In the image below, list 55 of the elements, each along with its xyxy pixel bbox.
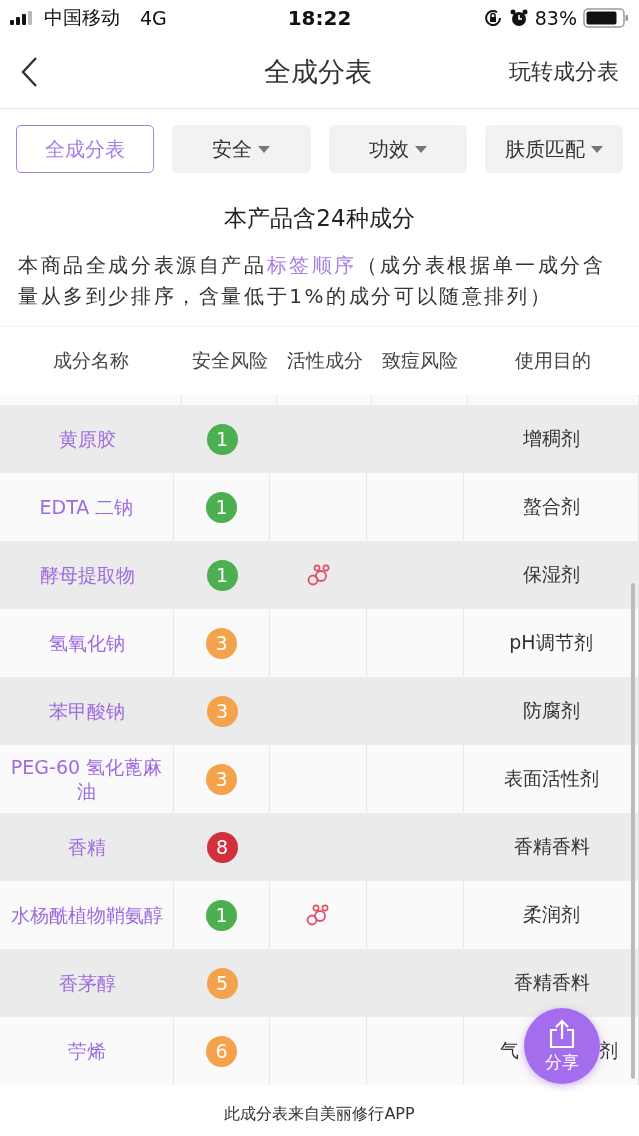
guide-link[interactable]: 玩转成分表 bbox=[509, 57, 619, 87]
column-header: 成分名称 bbox=[52, 348, 131, 373]
alarm-icon bbox=[508, 8, 529, 28]
battery-icon bbox=[583, 8, 629, 28]
purpose-text: 防腐剂 bbox=[523, 698, 580, 723]
carrier-name: 中国移动 bbox=[44, 5, 120, 30]
ingredient-name[interactable]: 香茅醇 bbox=[58, 971, 116, 995]
ingredient-name[interactable]: 香精 bbox=[68, 835, 106, 859]
share-icon bbox=[548, 1018, 576, 1049]
ingredient-name[interactable]: 氢氧化钠 bbox=[48, 631, 125, 655]
column-header: 安全风险 bbox=[190, 348, 269, 373]
source-note: 此成分表来自美丽修行APP bbox=[223, 1102, 416, 1125]
filter-tab[interactable]: 功效 bbox=[328, 125, 467, 173]
filter-tab[interactable]: 肤质匹配 bbox=[484, 125, 623, 173]
network-type: 4G bbox=[140, 7, 167, 29]
risk-badge: 3 bbox=[206, 627, 237, 659]
purpose-text: 表面活性剂 bbox=[503, 766, 599, 791]
column-header: 使用目的 bbox=[514, 348, 593, 373]
ingredient-name[interactable]: 苯甲酸钠 bbox=[49, 699, 125, 723]
purpose-text: 香精香料 bbox=[513, 970, 590, 995]
risk-badge: 3 bbox=[206, 695, 238, 727]
ingredient-name[interactable]: 黄原胶 bbox=[58, 427, 116, 451]
purpose-text: 螯合剂 bbox=[522, 494, 580, 519]
risk-badge: 3 bbox=[206, 763, 237, 795]
purpose-text: pH调节剂 bbox=[509, 630, 593, 655]
risk-badge: 1 bbox=[206, 559, 238, 591]
purpose-text: 香精香料 bbox=[513, 834, 590, 859]
column-header: 活性成分 bbox=[285, 348, 364, 373]
risk-badge: 6 bbox=[206, 1035, 237, 1067]
back-icon bbox=[20, 56, 38, 88]
rotation-lock-icon bbox=[482, 8, 503, 28]
ingredient-name[interactable]: 水杨酰植物鞘氨醇 bbox=[10, 903, 163, 927]
column-header: 致痘风险 bbox=[380, 348, 459, 373]
ingredient-name[interactable]: 苧烯 bbox=[67, 1039, 106, 1063]
risk-badge: 1 bbox=[206, 491, 237, 523]
ingredient-name[interactable]: EDTA 二钠 bbox=[39, 495, 134, 519]
page-title: 全成分表 bbox=[263, 55, 372, 89]
filter-tab[interactable]: 全成分表 bbox=[16, 125, 155, 173]
risk-badge: 1 bbox=[206, 899, 237, 931]
ingredient-count: 本产品含24种成分 bbox=[223, 204, 416, 233]
risk-badge: 5 bbox=[206, 967, 238, 999]
purpose-text: 增稠剂 bbox=[523, 426, 580, 451]
purpose-text: 保湿剂 bbox=[523, 562, 580, 587]
purpose-text: 柔润剂 bbox=[522, 902, 580, 927]
risk-badge: 8 bbox=[206, 831, 238, 863]
battery-percent: 83% bbox=[534, 7, 577, 29]
label-order-link[interactable]: 标签顺序 bbox=[266, 253, 357, 277]
purpose-text: 气 bbox=[500, 1038, 519, 1063]
purpose-text: 剂 bbox=[599, 1038, 618, 1063]
ingredient-name[interactable]: 酵母提取物 bbox=[39, 563, 135, 587]
description-text: 本商品全成分表源自产品标签顺序（成分表根据单一成分含量从多到少排序，含量低于1%的成分可以随意排列） bbox=[0, 250, 639, 327]
filter-tab[interactable]: 安全 bbox=[172, 125, 311, 173]
ingredient-name[interactable]: PEG-60 氢化蓖麻油 bbox=[6, 755, 167, 803]
risk-badge: 1 bbox=[206, 423, 238, 455]
clock-time: 18:22 bbox=[287, 6, 352, 30]
